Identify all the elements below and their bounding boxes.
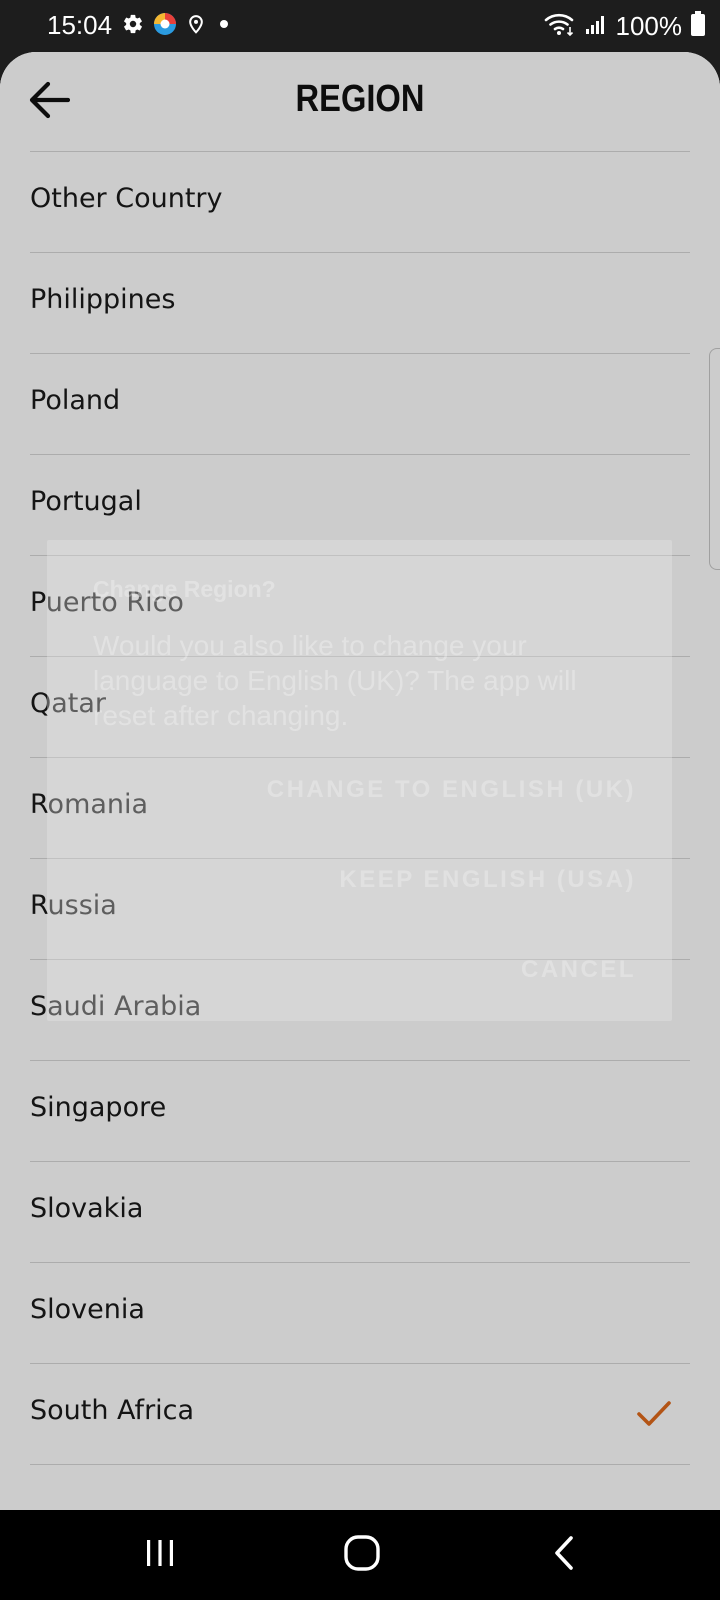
recents-icon: [143, 1536, 177, 1575]
dialog-title: Change Region?: [93, 576, 276, 602]
back-icon: [549, 1535, 579, 1576]
recents-button[interactable]: [136, 1532, 184, 1578]
home-button[interactable]: [338, 1532, 386, 1578]
location-icon: [186, 13, 206, 40]
dialog-message: Would you also like to change your langu…: [93, 630, 577, 731]
signal-icon: [584, 12, 608, 41]
status-time: 15:04: [47, 10, 113, 40]
keep-english-usa-button[interactable]: KEEP ENGLISH (USA): [339, 866, 636, 894]
battery-icon: [690, 10, 706, 42]
status-bar: 15:04 100%: [0, 0, 720, 52]
status-icons-right: 100%: [544, 10, 707, 42]
dot-icon: [215, 15, 233, 38]
battery-percentage: 100%: [615, 10, 683, 41]
gear-icon: [122, 13, 144, 40]
app-icon: [153, 12, 177, 41]
change-to-english-uk-button[interactable]: CHANGE TO ENGLISH (UK): [267, 776, 636, 804]
nav-back-button[interactable]: [540, 1532, 588, 1578]
status-icons-left: [122, 12, 233, 41]
wifi-icon: [544, 11, 576, 42]
change-region-dialog: Change Region? Would you also like to ch…: [47, 540, 672, 1021]
cancel-button[interactable]: CANCEL: [521, 956, 636, 984]
navigation-bar: [0, 1510, 720, 1600]
home-icon: [343, 1534, 381, 1577]
